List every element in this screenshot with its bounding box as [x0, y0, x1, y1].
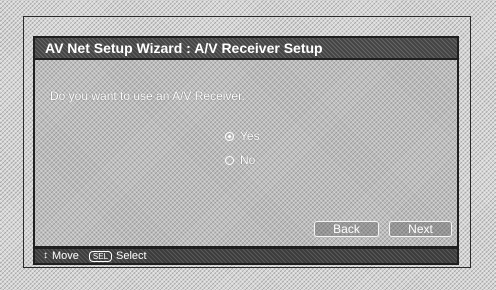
footer-hint-bar: ↕ Move SEL Select [33, 247, 459, 265]
up-down-arrow-icon: ↕ [43, 250, 48, 261]
back-button[interactable]: Back [314, 221, 379, 237]
radio-unselected-icon [225, 155, 234, 165]
question-text: Do you want to use an A/V Receiver. [50, 89, 245, 103]
option-yes[interactable]: Yes [225, 129, 260, 143]
next-button[interactable]: Next [389, 221, 452, 237]
option-yes-label: Yes [240, 129, 260, 143]
radio-selected-icon [225, 131, 234, 141]
sel-key-icon: SEL [88, 250, 113, 262]
move-hint: Move [52, 250, 79, 262]
dialog-title: AV Net Setup Wizard : A/V Receiver Setup [33, 36, 459, 60]
option-no-label: No [240, 153, 256, 167]
select-hint: Select [116, 250, 147, 262]
option-no[interactable]: No [225, 153, 255, 167]
